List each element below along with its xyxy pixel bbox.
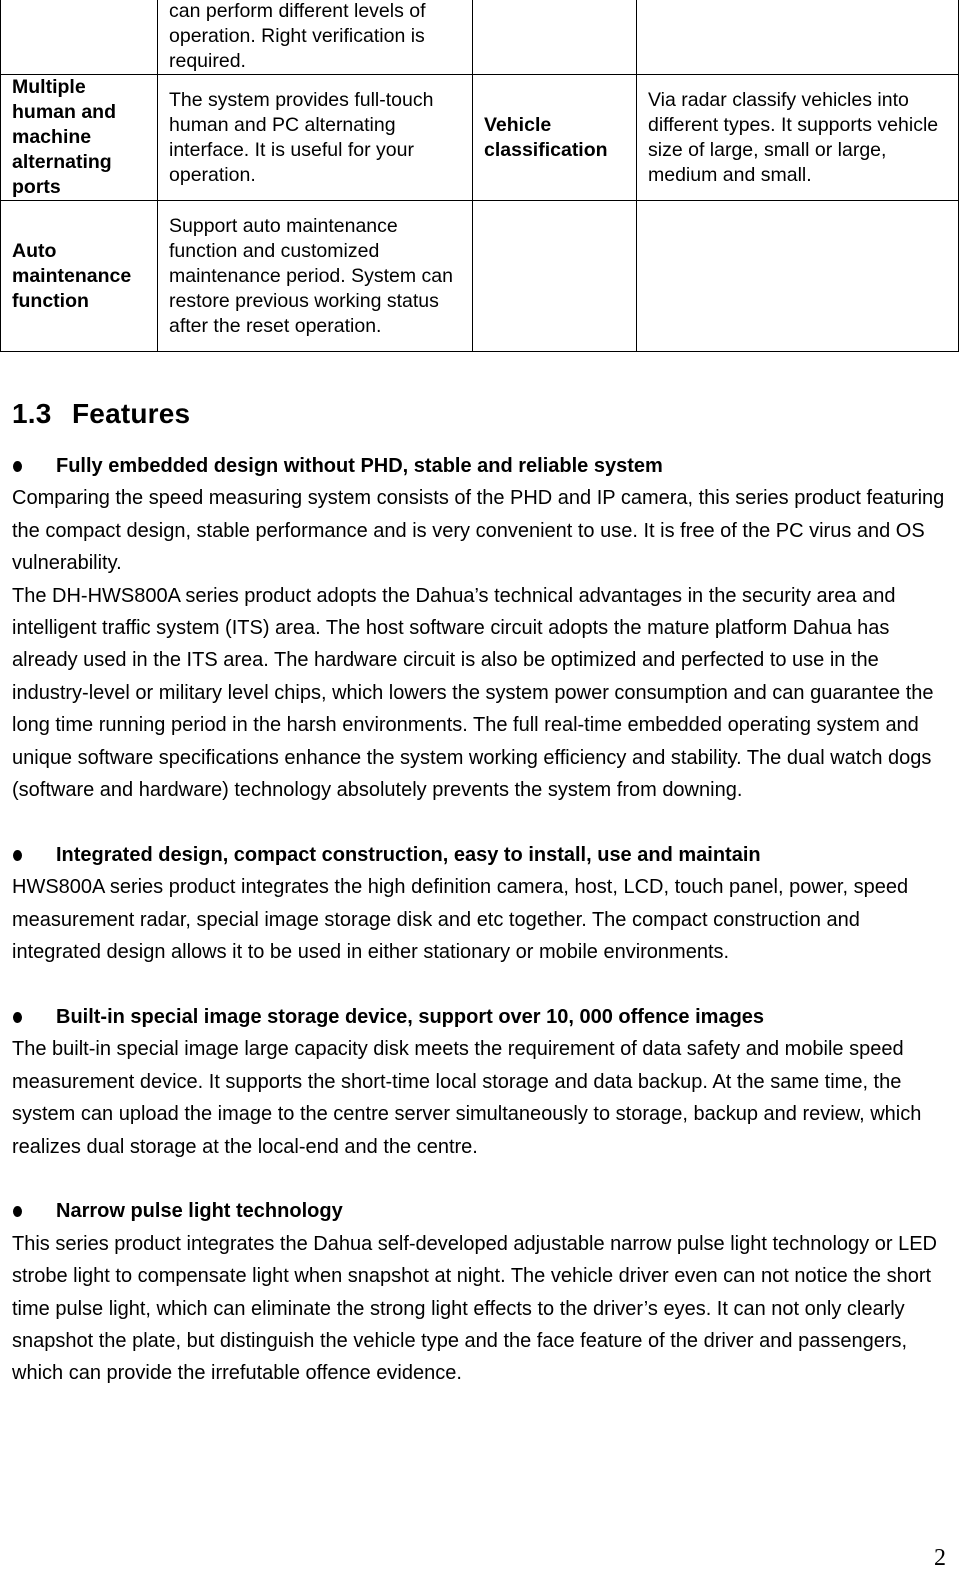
table-cell-description — [636, 0, 959, 75]
feature-heading-text: Fully embedded design without PHD, stabl… — [56, 455, 663, 477]
feature-heading: Fully embedded design without PHD, stabl… — [12, 450, 952, 482]
feature-spec-table: can perform different levels of operatio… — [0, 0, 959, 352]
feature-heading: Integrated design, compact construction,… — [12, 839, 952, 871]
feature-heading-text: Narrow pulse light technology — [56, 1200, 343, 1223]
table-row: can perform different levels of operatio… — [0, 0, 959, 75]
bullet-icon — [13, 1011, 22, 1023]
table-row: Multiple human and machine alternating p… — [0, 74, 959, 201]
section-title: Features — [72, 398, 191, 429]
feature-heading: Narrow pulse light technology — [12, 1195, 952, 1227]
table-cell-description: Support auto maintenance function and cu… — [157, 200, 473, 352]
page-number: 2 — [934, 1545, 946, 1571]
paragraph: This series product integrates the Dahua… — [12, 1232, 937, 1385]
paragraph: HWS800A series product integrates the hi… — [12, 876, 909, 964]
section-number: 1.3 — [12, 398, 52, 429]
bullet-icon — [13, 460, 22, 472]
table-cell-description: can perform different levels of operatio… — [157, 0, 473, 75]
table-cell-feature: Auto maintenance function — [0, 200, 158, 352]
table-cell-description: Via radar classify vehicles into differe… — [636, 74, 959, 201]
table-cell-feature — [0, 0, 158, 75]
table-cell-feature: Vehicle classification — [472, 74, 637, 201]
feature-heading-text: Integrated design, compact construction,… — [56, 843, 761, 866]
table-cell-feature — [472, 0, 637, 75]
table-row: Auto maintenance function Support auto m… — [0, 200, 959, 352]
paragraph: The DH-HWS800A series product adopts the… — [12, 584, 934, 802]
table-cell-feature: Multiple human and machine alternating p… — [0, 74, 158, 201]
table-cell-feature — [472, 200, 637, 352]
table-cell-description — [636, 200, 959, 352]
paragraph: Comparing the speed measuring system con… — [12, 487, 945, 575]
paragraph: The built-in special image large capacit… — [12, 1038, 922, 1158]
section-heading: 1.3 Features — [12, 398, 190, 430]
feature-heading-text: Built-in special image storage device, s… — [56, 1005, 765, 1028]
table-cell-description: The system provides full-touch human and… — [157, 74, 473, 201]
features-body: Fully embedded design without PHD, stabl… — [12, 450, 952, 1390]
bullet-icon — [13, 1206, 22, 1217]
feature-heading: Built-in special image storage device, s… — [12, 1001, 952, 1033]
bullet-icon — [13, 849, 22, 861]
